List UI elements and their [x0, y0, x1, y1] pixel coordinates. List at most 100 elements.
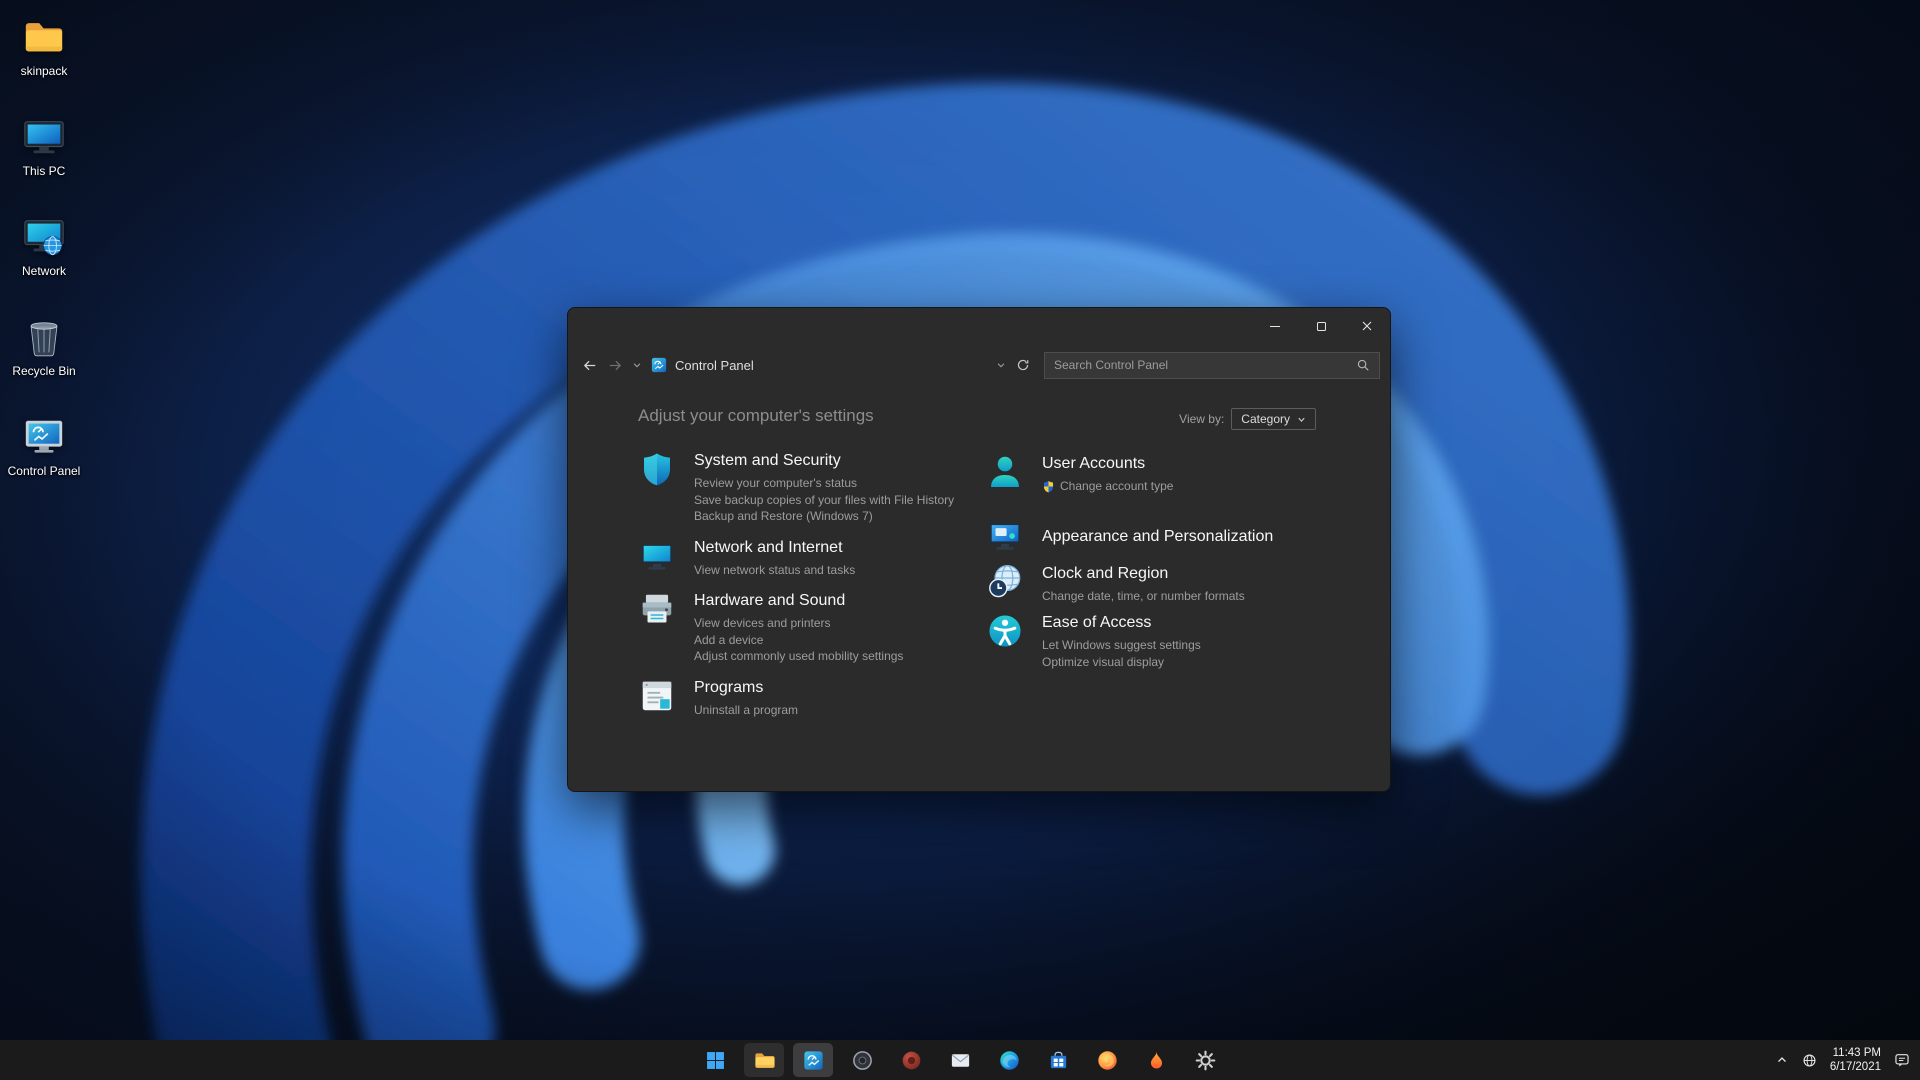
- category-text-block: Appearance and Personalization: [1042, 517, 1273, 555]
- link-backup-and-restore[interactable]: Backup and Restore (Windows 7): [694, 508, 954, 525]
- page-heading: Adjust your computer's settings: [638, 406, 874, 425]
- taskbar-settings[interactable]: [1185, 1043, 1225, 1077]
- link-add-a-device[interactable]: Add a device: [694, 632, 903, 649]
- chevron-down-icon: [997, 363, 1005, 368]
- view-by-label: View by:: [1179, 412, 1225, 426]
- link-review-your-computers-status[interactable]: Review your computer's status: [694, 475, 954, 492]
- program-window-icon[interactable]: [638, 677, 676, 715]
- control-panel-icon: [21, 414, 67, 460]
- address-dropdown-button[interactable]: [992, 351, 1010, 379]
- title-system-and-security[interactable]: System and Security: [694, 451, 954, 471]
- link-change-account-type[interactable]: Change account type: [1042, 478, 1173, 495]
- address-location[interactable]: Control Panel: [675, 358, 754, 373]
- taskbar-file-explorer[interactable]: [744, 1043, 784, 1077]
- control-panel-icon: [650, 356, 668, 374]
- title-network-and-internet[interactable]: Network and Internet: [694, 538, 855, 558]
- desktop-icon-network[interactable]: Network: [0, 214, 88, 278]
- hidden-icons-chevron[interactable]: [1775, 1053, 1789, 1067]
- shield-icon[interactable]: [638, 450, 676, 488]
- caption-buttons: [1252, 308, 1390, 344]
- title-ease-of-access[interactable]: Ease of Access: [1042, 613, 1201, 633]
- link-change-date-time-formats[interactable]: Change date, time, or number formats: [1042, 588, 1245, 605]
- personalization-monitor-icon[interactable]: [986, 517, 1024, 555]
- tray-time: 11:43 PM: [1832, 1047, 1881, 1059]
- chevron-down-icon: [633, 363, 641, 368]
- refresh-button[interactable]: [1010, 351, 1036, 379]
- user-silhouette-icon[interactable]: [986, 453, 1024, 491]
- link-save-backup-copies[interactable]: Save backup copies of your files with Fi…: [694, 492, 954, 509]
- titlebar[interactable]: [568, 308, 1390, 344]
- desktop-icon-this-pc[interactable]: This PC: [0, 114, 88, 178]
- category-user-accounts: User Accounts Change account type: [986, 453, 1351, 495]
- back-arrow-icon: [583, 360, 595, 370]
- dark-browser-icon: [852, 1050, 872, 1070]
- desktop-icon-label: This PC: [22, 164, 66, 178]
- close-button[interactable]: [1344, 308, 1390, 344]
- link-uninstall-a-program[interactable]: Uninstall a program: [694, 702, 798, 719]
- category-clock-and-region: Clock and Region Change date, time, or n…: [986, 563, 1351, 605]
- link-optimize-visual-display[interactable]: Optimize visual display: [1042, 654, 1201, 671]
- desktop-icon-recycle-bin[interactable]: Recycle Bin: [0, 314, 88, 378]
- control-panel-home: Adjust your computer's settings View by:…: [568, 386, 1390, 791]
- view-by-dropdown[interactable]: Category: [1231, 408, 1316, 430]
- search-icon[interactable]: [1356, 358, 1370, 372]
- taskbar-red-browser[interactable]: [891, 1043, 931, 1077]
- desktop-icon-label: Control Panel: [7, 464, 81, 478]
- category-text-block: Clock and Region Change date, time, or n…: [1042, 563, 1245, 605]
- desktop-icon-label: Recycle Bin: [12, 364, 76, 378]
- maximize-button[interactable]: [1298, 308, 1344, 344]
- view-by-control: View by: Category: [1179, 408, 1316, 430]
- category-text-block: Network and Internet View network status…: [694, 537, 855, 579]
- start-button[interactable]: [695, 1043, 735, 1077]
- link-adjust-mobility-settings[interactable]: Adjust commonly used mobility settings: [694, 648, 903, 665]
- chevron-down-icon: [1298, 417, 1305, 422]
- taskbar-control-panel[interactable]: [793, 1043, 833, 1077]
- title-appearance-and-personalization[interactable]: Appearance and Personalization: [1042, 527, 1273, 547]
- mail-icon: [951, 1053, 969, 1067]
- control-panel-icon: [803, 1050, 823, 1070]
- taskbar-droplet-app[interactable]: [1136, 1043, 1176, 1077]
- desktop-icon-skinpack[interactable]: skinpack: [0, 14, 88, 78]
- clock-globe-icon[interactable]: [986, 563, 1024, 601]
- recent-locations-dropdown[interactable]: [628, 351, 646, 379]
- clock[interactable]: 11:43 PM 6/17/2021: [1830, 1046, 1881, 1074]
- taskbar-firefox[interactable]: [1087, 1043, 1127, 1077]
- taskbar-edge[interactable]: [989, 1043, 1029, 1077]
- tray-date: 6/17/2021: [1829, 1061, 1881, 1073]
- notification-center-button[interactable]: [1894, 1052, 1910, 1068]
- minimize-button[interactable]: [1252, 308, 1298, 344]
- title-programs[interactable]: Programs: [694, 678, 798, 698]
- desktop-icon-control-panel[interactable]: Control Panel: [0, 414, 88, 478]
- network-monitor-icon[interactable]: [638, 537, 676, 575]
- category-text-block: System and Security Review your computer…: [694, 450, 954, 525]
- close-icon: [1362, 321, 1372, 331]
- accessibility-icon[interactable]: [986, 612, 1024, 650]
- taskbar-store[interactable]: [1038, 1043, 1078, 1077]
- search-input[interactable]: [1054, 358, 1356, 372]
- system-tray: 11:43 PM 6/17/2021: [1775, 1040, 1910, 1080]
- network-globe-icon: [1803, 1053, 1816, 1067]
- category-hardware-and-sound: Hardware and Sound View devices and prin…: [638, 590, 983, 665]
- title-user-accounts[interactable]: User Accounts: [1042, 454, 1173, 474]
- forward-button[interactable]: [602, 351, 628, 379]
- link-let-windows-suggest-settings[interactable]: Let Windows suggest settings: [1042, 637, 1201, 654]
- taskbar-mail[interactable]: [940, 1043, 980, 1077]
- maximize-icon: [1316, 321, 1326, 331]
- category-ease-of-access: Ease of Access Let Windows suggest setti…: [986, 612, 1351, 670]
- category-system-and-security: System and Security Review your computer…: [638, 450, 983, 525]
- navigation-bar: Control Panel: [568, 344, 1390, 386]
- address-bar[interactable]: [754, 344, 992, 386]
- printer-icon[interactable]: [638, 590, 676, 628]
- link-view-network-status[interactable]: View network status and tasks: [694, 562, 855, 579]
- search-box[interactable]: [1044, 351, 1380, 379]
- back-button[interactable]: [576, 351, 602, 379]
- category-text-block: User Accounts Change account type: [1042, 453, 1173, 495]
- categories-right-column: User Accounts Change account type Appear…: [986, 453, 1351, 682]
- taskbar-dark-browser[interactable]: [842, 1043, 882, 1077]
- edge-icon: [999, 1050, 1019, 1070]
- title-hardware-and-sound[interactable]: Hardware and Sound: [694, 591, 903, 611]
- network-icon: [21, 214, 67, 260]
- title-clock-and-region[interactable]: Clock and Region: [1042, 564, 1245, 584]
- link-view-devices-and-printers[interactable]: View devices and printers: [694, 615, 903, 632]
- network-tray-icon[interactable]: [1802, 1053, 1817, 1068]
